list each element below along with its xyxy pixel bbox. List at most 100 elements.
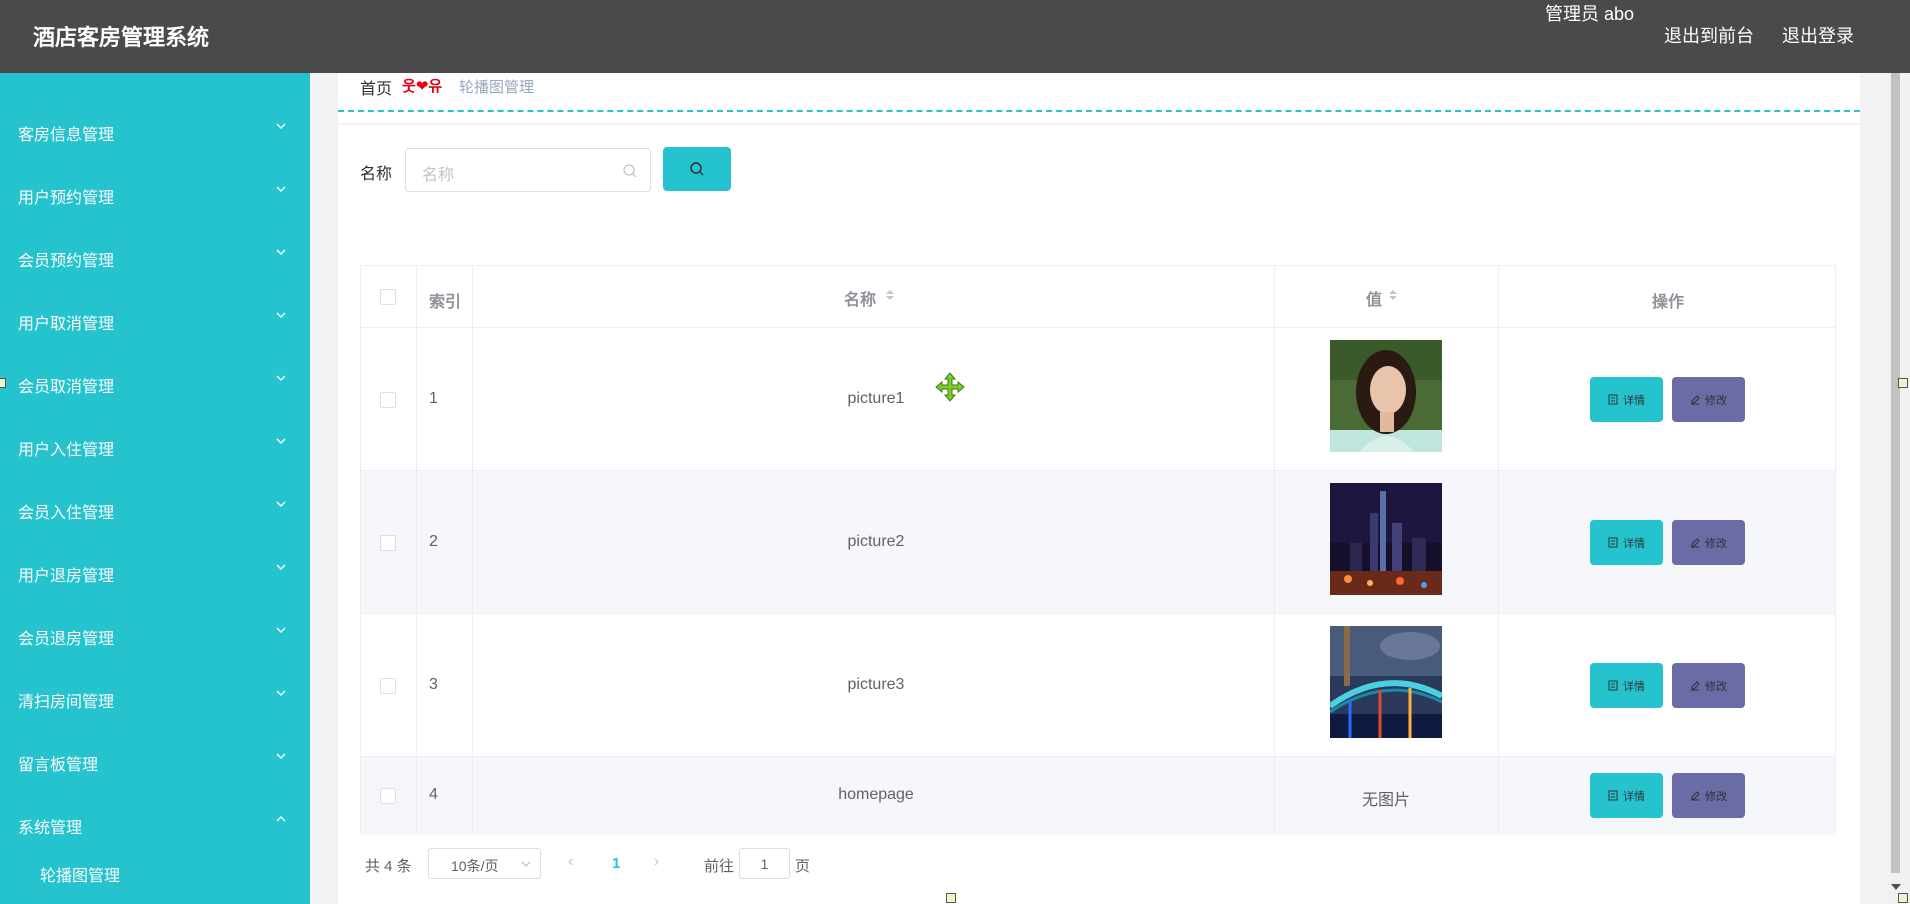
document-icon [1608,680,1618,691]
sidebar-item-label: 系统管理 [18,820,83,837]
row-checkbox[interactable] [380,678,396,694]
detail-button[interactable]: 详情 [1590,377,1663,422]
chevron-down-icon [276,627,286,633]
row-checkbox[interactable] [380,535,396,551]
column-header-value[interactable]: 值 [1366,286,1382,310]
document-icon [1608,537,1618,548]
sidebar-item-room-cleaning[interactable]: 清扫房间管理 [0,666,310,729]
row-index: 4 [429,786,438,803]
column-header-actions: 操作 [1652,294,1685,311]
column-header-name[interactable]: 名称 [844,286,876,310]
breadcrumb-current: 轮播图管理 [459,79,535,96]
sidebar-item-room-info[interactable]: 客房信息管理 [0,99,310,162]
sidebar-item-member-checkout[interactable]: 会员退房管理 [0,603,310,666]
sidebar-item-label: 用户预约管理 [18,190,115,207]
prev-page-icon[interactable]: ‹ [568,853,573,871]
row-index: 3 [429,676,438,693]
sort-icon[interactable] [1388,288,1398,302]
sidebar-item-label: 会员入住管理 [18,505,115,522]
detail-button[interactable]: 详情 [1590,520,1663,565]
detail-button-label: 详情 [1623,791,1645,803]
table-header: 索引 名称 值 操作 [361,266,1835,328]
back-to-front-link[interactable]: 退出到前台 [1664,22,1754,48]
admin-user-label[interactable]: 管理员 abo [1545,0,1634,26]
select-all-checkbox[interactable] [380,289,396,305]
resize-handle[interactable] [1898,378,1908,388]
goto-page-input[interactable]: 1 [739,848,790,879]
chevron-down-icon [276,123,286,129]
sidebar-item-user-booking[interactable]: 用户预约管理 [0,162,310,225]
search-button[interactable] [663,147,731,191]
chevron-down-icon [276,690,286,696]
breadcrumb-divider [338,110,1860,112]
next-page-icon[interactable]: › [654,853,659,871]
sidebar-item-member-cancel[interactable]: 会员取消管理 [0,351,310,414]
document-icon [1608,790,1618,801]
sidebar-item-member-booking[interactable]: 会员预约管理 [0,225,310,288]
edit-button[interactable]: 修改 [1672,377,1745,422]
row-index: 1 [429,390,438,407]
edit-button-label: 修改 [1705,681,1727,693]
chevron-down-icon [276,312,286,318]
sidebar-item-message-board[interactable]: 留言板管理 [0,729,310,792]
row-checkbox[interactable] [380,392,396,408]
row-name: picture2 [847,533,905,550]
breadcrumb-home[interactable]: 首页 [360,75,392,99]
sidebar-item-user-cancel[interactable]: 用户取消管理 [0,288,310,351]
edit-button[interactable]: 修改 [1672,663,1745,708]
app-title: 酒店客房管理系统 [33,25,210,50]
sidebar-item-label: 用户退房管理 [18,568,115,585]
sidebar-item-label: 会员取消管理 [18,379,115,396]
detail-button-label: 详情 [1623,395,1645,407]
row-checkbox[interactable] [380,788,396,804]
sidebar-item-user-checkin[interactable]: 用户入住管理 [0,414,310,477]
sidebar-item-label: 客房信息管理 [18,127,115,144]
sidebar-item-user-checkout[interactable]: 用户退房管理 [0,540,310,603]
sidebar-item-label: 用户入住管理 [18,442,115,459]
resize-handle[interactable] [946,893,956,903]
sidebar-item-label: 留言板管理 [18,757,99,774]
sort-icon[interactable] [885,288,895,302]
sidebar-item-label: 清扫房间管理 [18,694,115,711]
goto-label: 前往 [704,858,735,875]
edit-icon [1691,681,1700,691]
chevron-down-icon [276,753,286,759]
sidebar-item-member-checkin[interactable]: 会员入住管理 [0,477,310,540]
search-label: 名称 [360,166,393,183]
row-name: picture3 [847,676,905,693]
row-name: homepage [838,786,914,803]
edit-icon [1691,538,1700,548]
top-header: 酒店客房管理系统 管理员 abo 退出到前台 退出登录 [0,0,1910,73]
row-image [1330,483,1442,595]
scrollbar-thumb[interactable] [1891,73,1900,873]
sidebar-item-system[interactable]: 系统管理 [0,792,310,855]
current-page[interactable]: 1 [612,855,620,872]
resize-handle[interactable] [1898,893,1908,903]
resize-handle[interactable] [0,378,6,388]
edit-icon [1691,395,1700,405]
edit-button[interactable]: 修改 [1672,520,1745,565]
logout-link[interactable]: 退出登录 [1782,22,1854,48]
chevron-down-icon [276,438,286,444]
chevron-up-icon [276,816,286,822]
sidebar-subitem-carousel[interactable]: 轮播图管理 [40,862,120,886]
goto-suffix: 页 [795,858,811,875]
chevron-down-icon [276,375,286,381]
edit-button[interactable]: 修改 [1672,773,1745,818]
chevron-down-icon [276,249,286,255]
search-input[interactable]: 名称 [405,148,651,192]
edit-icon [1691,791,1700,801]
column-divider [472,266,473,834]
chevron-down-icon [276,564,286,570]
search-icon [690,162,704,176]
pagination-total: 共 4 条 [365,858,412,875]
chevron-down-icon [276,501,286,507]
scroll-down-arrow-icon[interactable] [1889,882,1903,892]
page-size-select[interactable]: 10条/页 [428,848,541,879]
detail-button[interactable]: 详情 [1590,663,1663,708]
row-value: 无图片 [1361,792,1410,809]
search-placeholder: 名称 [422,167,455,184]
sidebar-item-label: 会员预约管理 [18,253,115,270]
table-row: 4 homepage 无图片 详情 修改 [361,757,1835,835]
detail-button[interactable]: 详情 [1590,773,1663,818]
